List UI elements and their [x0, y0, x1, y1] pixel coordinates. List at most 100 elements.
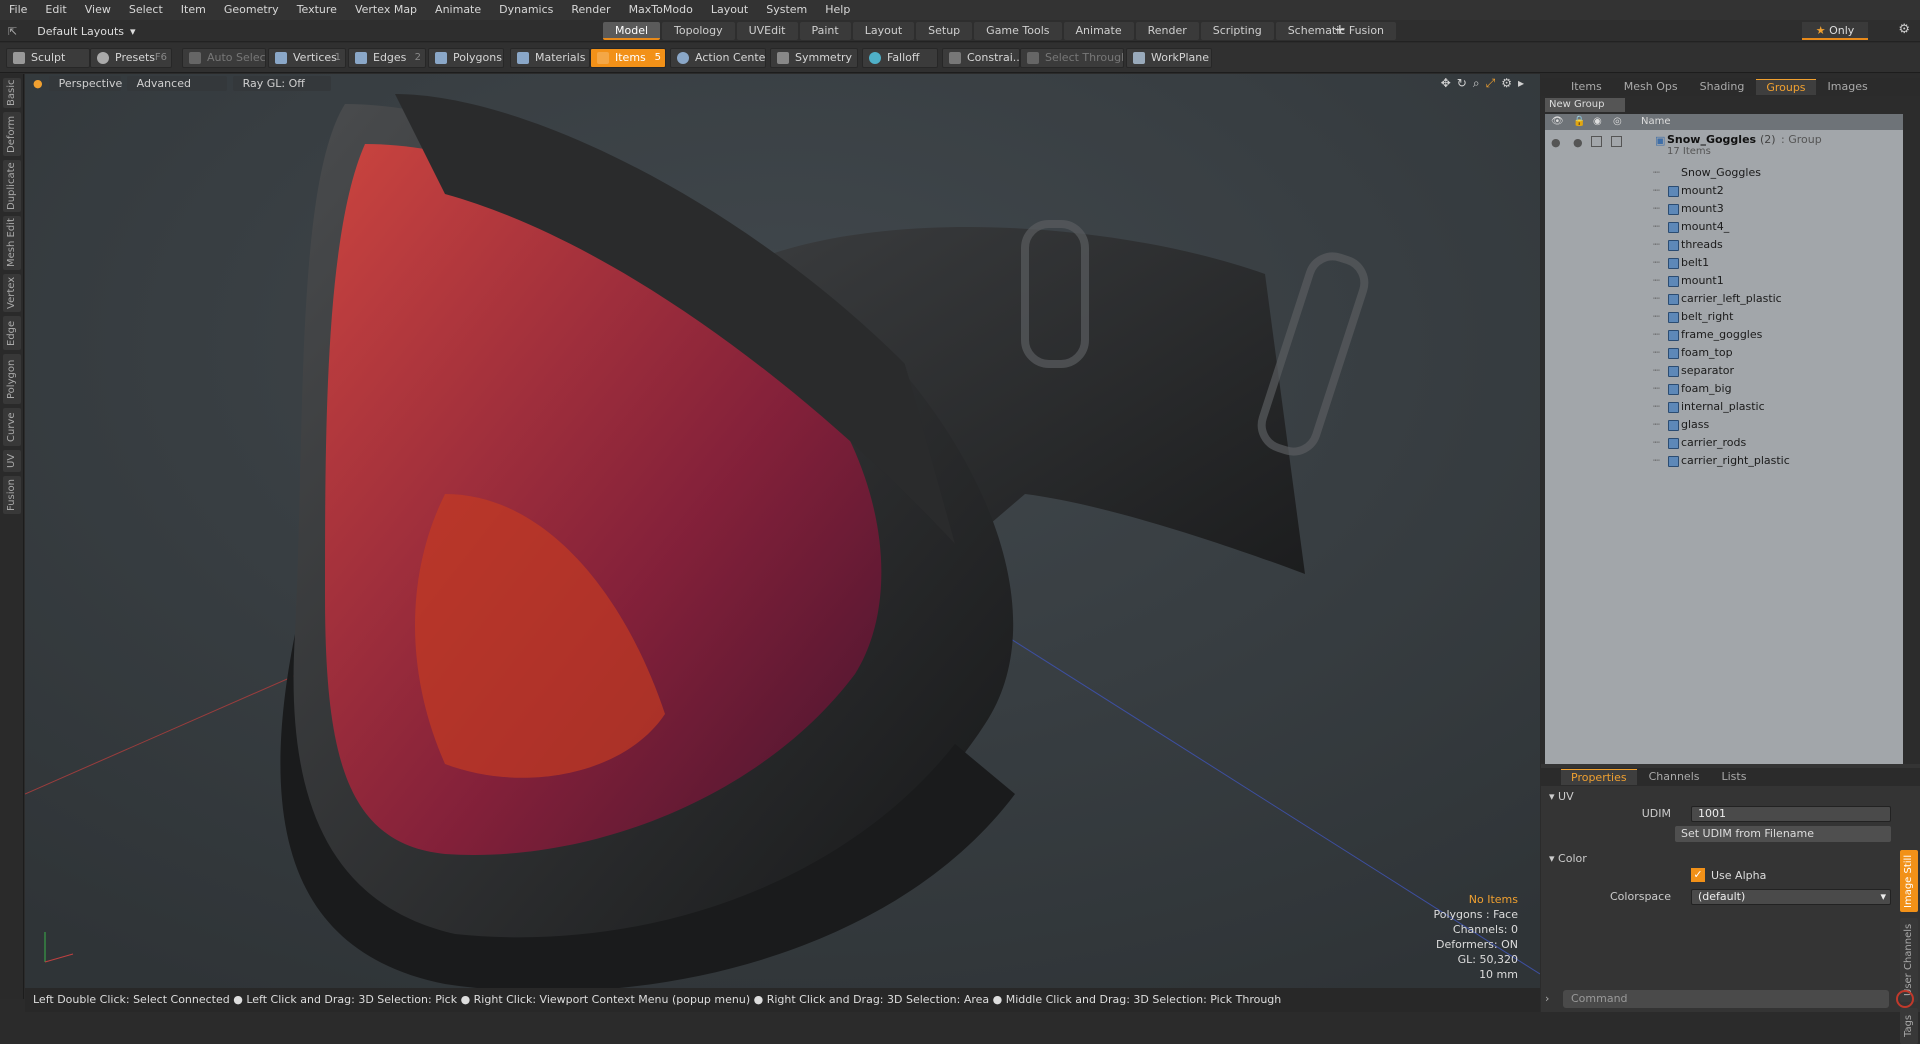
tree-item[interactable]: ┈ separator	[1545, 362, 1903, 380]
side-tab-image-still[interactable]: Image Still	[1900, 850, 1918, 912]
falloff-button[interactable]: Falloff	[862, 48, 938, 68]
gear-icon[interactable]: ⚙	[1898, 22, 1910, 37]
symmetry-button[interactable]: Symmetry	[770, 48, 858, 68]
udim-field[interactable]: 1001	[1691, 806, 1891, 822]
tree-item[interactable]: ┈ belt1	[1545, 254, 1903, 272]
tree-item[interactable]: ┈ belt_right	[1545, 308, 1903, 326]
layout-selector[interactable]: ⇱ Default Layouts ▾	[8, 23, 136, 39]
polygons-button[interactable]: Polygons	[428, 48, 504, 68]
tree-item[interactable]: ┈ foam_top	[1545, 344, 1903, 362]
workplane-button[interactable]: WorkPlane	[1126, 48, 1212, 68]
menu-item-maxtomodo[interactable]: MaxToModo	[620, 0, 702, 20]
tab-paint[interactable]: Paint	[799, 22, 851, 40]
constraints-button[interactable]: Constrai...	[942, 48, 1020, 68]
zoom-view-icon[interactable]: ⌕	[1473, 76, 1480, 91]
menu-item-geometry[interactable]: Geometry	[215, 0, 288, 20]
uv-section[interactable]: ▾ UV	[1549, 790, 1574, 803]
render-icon[interactable]: ◉	[1593, 114, 1602, 130]
menu-item-item[interactable]: Item	[172, 0, 215, 20]
use-alpha-checkbox[interactable]: ✓	[1691, 868, 1705, 882]
group-select-checkbox[interactable]	[1611, 136, 1622, 147]
items-button[interactable]: Items 5	[590, 48, 666, 68]
tab-scripting[interactable]: Scripting	[1200, 22, 1274, 40]
presets-button[interactable]: Presets F6	[90, 48, 172, 68]
tree-item[interactable]: ┈ threads	[1545, 236, 1903, 254]
panel-tab-shading[interactable]: Shading	[1690, 79, 1755, 95]
tree-item[interactable]: ┈ mount4_	[1545, 218, 1903, 236]
view-perspective-button[interactable]: Perspective	[48, 75, 122, 91]
menu-item-file[interactable]: File	[0, 0, 36, 20]
left-tab-uv[interactable]: UV	[3, 450, 21, 472]
add-tab-icon[interactable]: +	[1334, 22, 1346, 38]
menu-item-vertex-map[interactable]: Vertex Map	[346, 0, 426, 20]
select-icon[interactable]: ◎	[1613, 114, 1622, 130]
tree-item[interactable]: ┈ mount3	[1545, 200, 1903, 218]
tree-item[interactable]: ┈ frame_goggles	[1545, 326, 1903, 344]
tree-item[interactable]: ┈ internal_plastic	[1545, 398, 1903, 416]
menu-item-layout[interactable]: Layout	[702, 0, 757, 20]
tab-model[interactable]: Model	[603, 22, 661, 40]
action-center-button[interactable]: Action Center	[670, 48, 766, 68]
tab-game-tools[interactable]: Game Tools	[974, 22, 1062, 40]
new-group-button[interactable]: New Group	[1545, 98, 1625, 112]
menu-item-dynamics[interactable]: Dynamics	[490, 0, 562, 20]
tree-item[interactable]: ┈ mount2	[1545, 182, 1903, 200]
menu-item-animate[interactable]: Animate	[426, 0, 490, 20]
tree-item[interactable]: ┈ foam_big	[1545, 380, 1903, 398]
left-tab-polygon[interactable]: Polygon	[3, 354, 21, 404]
prop-tab-properties[interactable]: Properties	[1561, 769, 1637, 785]
tab-layout[interactable]: Layout	[852, 22, 915, 40]
set-udim-button[interactable]: Set UDIM from Filename	[1675, 826, 1891, 842]
rotate-view-icon[interactable]: ↻	[1457, 76, 1467, 91]
color-section[interactable]: ▾ Color	[1549, 852, 1587, 865]
left-tab-basic[interactable]: Basic	[3, 78, 21, 108]
left-tab-fusion[interactable]: Fusion	[3, 476, 21, 514]
side-tab-tags[interactable]: Tags	[1900, 1008, 1918, 1044]
menu-item-select[interactable]: Select	[120, 0, 172, 20]
prop-tab-channels[interactable]: Channels	[1639, 769, 1710, 785]
menu-item-view[interactable]: View	[76, 0, 120, 20]
left-tab-mesh-edit[interactable]: Mesh Edit	[3, 216, 21, 270]
panel-tab-images[interactable]: Images	[1818, 79, 1878, 95]
edges-button[interactable]: Edges 2	[348, 48, 426, 68]
3d-viewport[interactable]: ● Perspective Advanced Ray GL: Off ✥ ↻ ⌕…	[25, 74, 1540, 988]
group-row[interactable]: ● ● ▣ Snow_Goggles (2) : Group 17 Items	[1545, 132, 1903, 162]
menu-item-system[interactable]: System	[757, 0, 816, 20]
tab-render[interactable]: Render	[1135, 22, 1199, 40]
tree-item[interactable]: ┈ carrier_right_plastic	[1545, 452, 1903, 470]
colorspace-select[interactable]: (default) ▾	[1691, 889, 1891, 905]
group-lock-icon[interactable]: ●	[1573, 136, 1583, 149]
left-tab-vertex[interactable]: Vertex	[3, 274, 21, 312]
tree-item[interactable]: ┈ carrier_left_plastic	[1545, 290, 1903, 308]
sculpt-button[interactable]: Sculpt	[6, 48, 90, 68]
tree-item[interactable]: ┈ mount1	[1545, 272, 1903, 290]
select-through-button[interactable]: Select Through	[1020, 48, 1124, 68]
shading-advanced-button[interactable]: Advanced	[126, 75, 227, 91]
prop-tab-lists[interactable]: Lists	[1712, 769, 1757, 785]
move-view-icon[interactable]: ✥	[1441, 76, 1451, 91]
menu-item-help[interactable]: Help	[816, 0, 859, 20]
command-input[interactable]: Command	[1563, 990, 1889, 1008]
group-eye-icon[interactable]: ●	[1551, 136, 1561, 149]
vertices-button[interactable]: Vertices 1	[268, 48, 346, 68]
record-icon[interactable]	[1896, 990, 1914, 1008]
left-tab-edge[interactable]: Edge	[3, 316, 21, 350]
panel-tab-groups[interactable]: Groups	[1756, 79, 1816, 95]
tree-item[interactable]: ┈ glass	[1545, 416, 1903, 434]
tree-item[interactable]: ┈ carrier_rods	[1545, 434, 1903, 452]
left-tab-curve[interactable]: Curve	[3, 408, 21, 446]
tab-setup[interactable]: Setup	[916, 22, 973, 40]
raygl-button[interactable]: Ray GL: Off	[232, 75, 331, 91]
maximize-view-icon[interactable]: ⤢	[1486, 76, 1496, 91]
only-button[interactable]: ★ Only	[1802, 22, 1868, 40]
viewport-gear-icon[interactable]: ⚙	[1501, 76, 1512, 91]
eye-icon[interactable]: 👁	[1551, 114, 1564, 130]
auto-select-button[interactable]: Auto Select	[182, 48, 266, 68]
viewport-menu-icon[interactable]: ▸	[1518, 76, 1524, 91]
left-tab-duplicate[interactable]: Duplicate	[3, 160, 21, 212]
lock-icon[interactable]: 🔒	[1573, 114, 1585, 130]
panel-tab-items[interactable]: Items	[1561, 79, 1612, 95]
tab-topology[interactable]: Topology	[662, 22, 735, 40]
tab-uvedit[interactable]: UVEdit	[736, 22, 798, 40]
tab-animate[interactable]: Animate	[1063, 22, 1134, 40]
